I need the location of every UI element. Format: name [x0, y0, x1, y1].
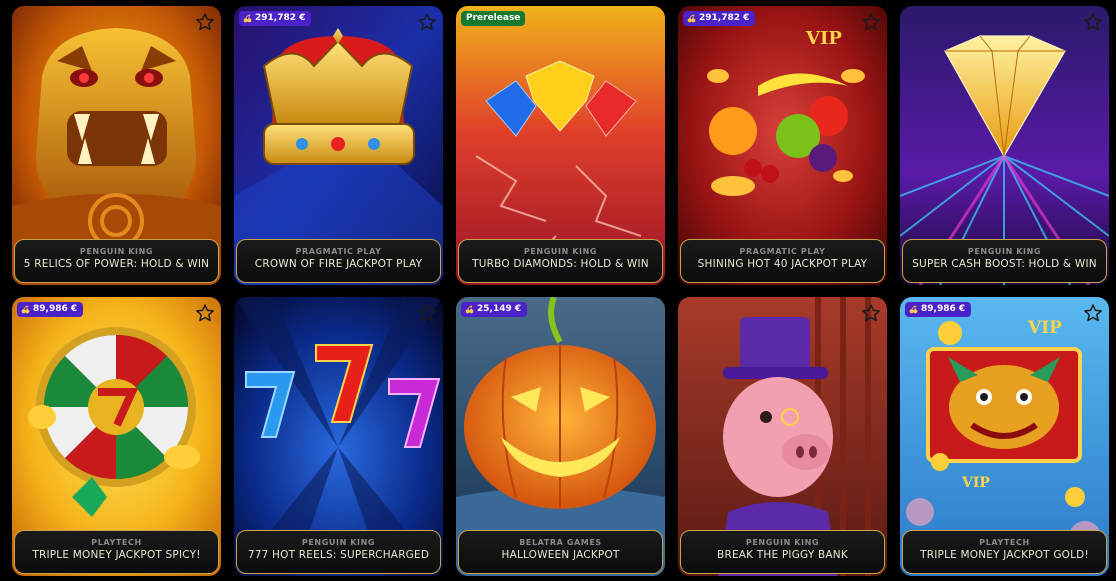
game-grid: PENGUIN KING 5 RELICS OF POWER: HOLD & W… — [12, 6, 1109, 576]
game-title: BREAK THE PIGGY BANK — [717, 549, 848, 561]
cherries-icon — [21, 305, 30, 314]
game-provider: BELATRA GAMES — [519, 538, 602, 547]
game-title: SUPER CASH BOOST: HOLD & WIN — [912, 258, 1097, 270]
game-title: HALLOWEEN JACKPOT — [501, 549, 620, 561]
jackpot-badge: 25,149 € — [461, 302, 528, 317]
prerelease-badge: Prerelease — [461, 11, 526, 26]
game-info-plate: PENGUIN KING TURBO DIAMONDS: HOLD & WIN — [458, 239, 663, 283]
game-card-triple-money-spicy[interactable]: 89,986 € PLAYTECH TRIPLE MONEY JACKPOT S… — [12, 297, 221, 576]
game-info-plate: PLAYTECH TRIPLE MONEY JACKPOT SPICY! — [14, 530, 219, 574]
cherries-icon — [909, 305, 918, 314]
jackpot-amount: 291,782 € — [255, 13, 306, 23]
jackpot-amount: 291,782 € — [699, 13, 750, 23]
game-provider: PENGUIN KING — [967, 247, 1042, 256]
vip-label: VIP — [961, 475, 990, 491]
game-card-777-hot-reels[interactable]: PENGUIN KING 777 HOT REELS: SUPERCHARGED — [234, 297, 443, 576]
game-info-plate: PRAGMATIC PLAY SHINING HOT 40 JACKPOT PL… — [680, 239, 885, 283]
favorite-star-icon[interactable] — [195, 12, 215, 32]
favorite-star-icon[interactable] — [417, 303, 437, 323]
game-card-crown-of-fire[interactable]: 291,782 € PRAGMATIC PLAY CROWN OF FIRE J… — [234, 6, 443, 285]
jackpot-amount: 25,149 € — [477, 304, 522, 314]
jackpot-badge: 89,986 € — [17, 302, 84, 317]
game-title: CROWN OF FIRE JACKPOT PLAY — [254, 258, 423, 270]
jackpot-badge: 291,782 € — [239, 11, 312, 26]
game-provider: PRAGMATIC PLAY — [739, 247, 826, 256]
favorite-star-icon[interactable] — [1083, 303, 1103, 323]
favorite-star-icon[interactable] — [417, 12, 437, 32]
favorite-star-icon[interactable] — [1083, 12, 1103, 32]
game-provider: PENGUIN KING — [523, 247, 598, 256]
game-title: TRIPLE MONEY JACKPOT GOLD! — [920, 549, 1089, 561]
prerelease-label: Prerelease — [466, 13, 521, 23]
game-card-super-cash-boost[interactable]: PENGUIN KING SUPER CASH BOOST: HOLD & WI… — [900, 6, 1109, 285]
game-info-plate: PENGUIN KING BREAK THE PIGGY BANK — [680, 530, 885, 574]
jackpot-amount: 89,986 € — [33, 304, 78, 314]
game-card-halloween-jackpot[interactable]: 25,149 € BELATRA GAMES HALLOWEEN JACKPOT — [456, 297, 665, 576]
cherries-icon — [243, 14, 252, 23]
game-provider: PENGUIN KING — [301, 538, 376, 547]
game-card-break-the-piggy-bank[interactable]: PENGUIN KING BREAK THE PIGGY BANK — [678, 297, 887, 576]
jackpot-badge: 89,986 € — [905, 302, 972, 317]
game-info-plate: PENGUIN KING 5 RELICS OF POWER: HOLD & W… — [14, 239, 219, 283]
favorite-star-icon[interactable] — [861, 12, 881, 32]
game-title: TRIPLE MONEY JACKPOT SPICY! — [32, 549, 201, 561]
vip-label: VIP — [805, 28, 842, 49]
favorite-star-icon[interactable] — [195, 303, 215, 323]
cherries-icon — [465, 305, 474, 314]
vip-label: VIP — [1027, 318, 1062, 338]
jackpot-amount: 89,986 € — [921, 304, 966, 314]
game-title: TURBO DIAMONDS: HOLD & WIN — [472, 258, 649, 270]
game-title: 5 RELICS OF POWER: HOLD & WIN — [23, 258, 210, 270]
cherries-icon — [687, 14, 696, 23]
game-info-plate: PRAGMATIC PLAY CROWN OF FIRE JACKPOT PLA… — [236, 239, 441, 283]
game-provider: PLAYTECH — [91, 538, 142, 547]
game-provider: PENGUIN KING — [745, 538, 820, 547]
game-provider: PRAGMATIC PLAY — [295, 247, 382, 256]
game-title: 777 HOT REELS: SUPERCHARGED — [247, 549, 430, 561]
game-info-plate: BELATRA GAMES HALLOWEEN JACKPOT — [458, 530, 663, 574]
game-info-plate: PLAYTECH TRIPLE MONEY JACKPOT GOLD! — [902, 530, 1107, 574]
game-info-plate: PENGUIN KING 777 HOT REELS: SUPERCHARGED — [236, 530, 441, 574]
game-card-5-relics-of-power[interactable]: PENGUIN KING 5 RELICS OF POWER: HOLD & W… — [12, 6, 221, 285]
game-card-turbo-diamonds[interactable]: Prerelease PENGUIN KING TURBO DIAMONDS: … — [456, 6, 665, 285]
game-provider: PENGUIN KING — [79, 247, 154, 256]
game-card-triple-money-gold[interactable]: VIP VIP 89,986 € PLAYTECH TRIPLE MONEY J… — [900, 297, 1109, 576]
game-provider: PLAYTECH — [979, 538, 1030, 547]
favorite-star-icon[interactable] — [861, 303, 881, 323]
game-info-plate: PENGUIN KING SUPER CASH BOOST: HOLD & WI… — [902, 239, 1107, 283]
game-title: SHINING HOT 40 JACKPOT PLAY — [697, 258, 868, 270]
game-card-shining-hot-40[interactable]: VIP 291,782 € PRAGMATIC PLAY SHINING HOT… — [678, 6, 887, 285]
jackpot-badge: 291,782 € — [683, 11, 756, 26]
